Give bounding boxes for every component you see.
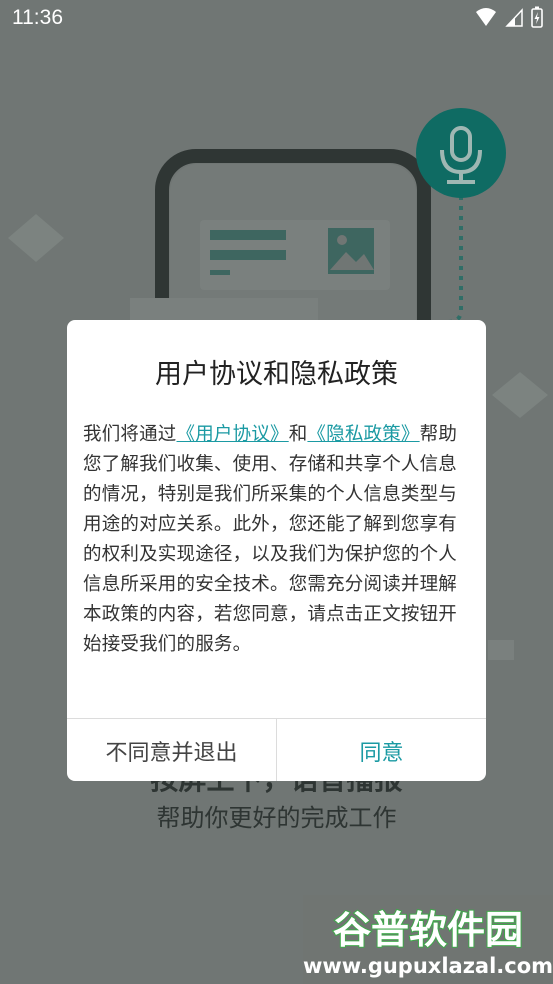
dialog-body: 我们将通过《用户协议》和《隐私政策》帮助您了解我们收集、使用、存储和共享个人信息…: [83, 420, 470, 660]
battery-icon: [531, 6, 543, 28]
cell-signal-icon: [505, 8, 523, 27]
body-intro: 我们将通过: [83, 424, 177, 445]
user-agreement-link[interactable]: 《用户协议》: [177, 424, 289, 445]
status-icons: [475, 6, 543, 28]
watermark-url: www.gupuxlazal.com: [303, 954, 553, 978]
dialog-footer: 不同意并退出 同意: [67, 718, 486, 781]
watermark-logo: 谷普软件园 www.gupuxlazal.com: [303, 895, 553, 984]
wifi-icon: [476, 8, 496, 26]
body-rest: 帮助您了解我们收集、使用、存储和共享个人信息的情况，特别是我们所采集的个人信息类…: [83, 424, 458, 655]
status-bar: 11:36: [0, 0, 553, 38]
onboarding-subline: 帮助你更好的完成工作: [156, 804, 397, 832]
watermark-brand: 谷普软件园: [333, 908, 523, 952]
privacy-dialog: 用户协议和隐私政策 我们将通过《用户协议》和《隐私政策》帮助您了解我们收集、使用…: [67, 320, 486, 781]
accept-button[interactable]: 同意: [277, 719, 486, 781]
body-and: 和: [288, 424, 308, 445]
decline-button[interactable]: 不同意并退出: [67, 719, 277, 781]
dialog-title: 用户协议和隐私政策: [155, 359, 398, 390]
privacy-policy-link[interactable]: 《隐私政策》: [307, 424, 419, 445]
status-time: 11:36: [12, 6, 63, 29]
